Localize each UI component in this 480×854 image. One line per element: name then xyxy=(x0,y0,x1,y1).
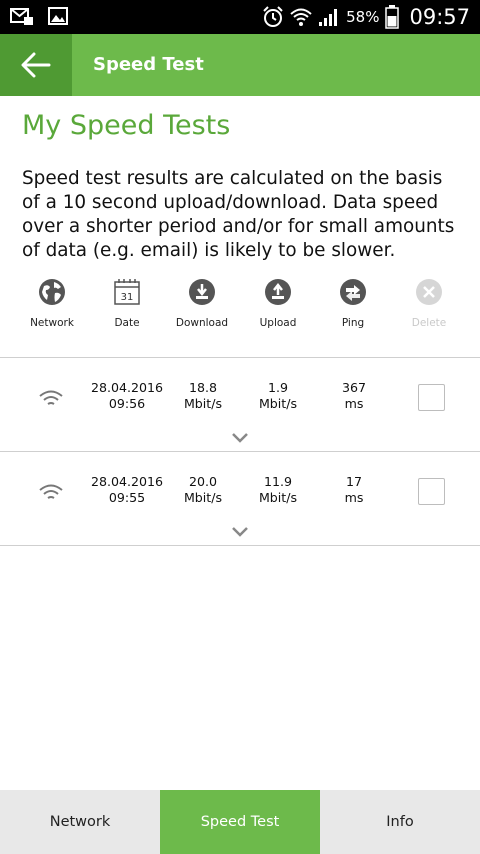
ping-label: Ping xyxy=(341,317,365,329)
upload-unit: Mbit/s xyxy=(258,490,298,505)
image-icon xyxy=(48,7,68,25)
back-button[interactable] xyxy=(0,34,72,96)
page-title: My Speed Tests xyxy=(22,110,231,141)
divider xyxy=(0,545,480,546)
result-upload: 1.9 Mbit/s xyxy=(246,380,310,412)
delete-label: Delete xyxy=(411,317,447,329)
clock: 09:57 xyxy=(409,5,470,29)
calendar-icon: 31 xyxy=(114,279,140,305)
ping-unit: ms xyxy=(344,396,364,411)
result-ping: 367 ms xyxy=(323,380,385,412)
sort-upload-button[interactable]: Upload xyxy=(240,278,316,329)
result-row[interactable]: 28.04.2016 09:55 20.0 Mbit/s 11.9 Mbit/s… xyxy=(0,452,480,545)
result-date: 28.04.2016 09:55 xyxy=(86,474,168,506)
upload-unit: Mbit/s xyxy=(258,396,298,411)
download-label: Download xyxy=(175,317,229,329)
result-download: 18.8 Mbit/s xyxy=(171,380,235,412)
download-icon xyxy=(189,279,215,305)
result-ping: 17 ms xyxy=(323,474,385,506)
calendar-day: 31 xyxy=(121,292,134,303)
upload-label: Upload xyxy=(259,317,297,329)
ping-icon xyxy=(340,279,366,305)
signal-icon xyxy=(319,9,338,26)
ping-value: 17 xyxy=(345,474,363,489)
sort-download-button[interactable]: Download xyxy=(164,278,240,329)
app-bar: Speed Test xyxy=(0,34,480,96)
ping-unit: ms xyxy=(344,490,364,505)
chevron-down-icon[interactable] xyxy=(231,432,249,444)
select-checkbox[interactable] xyxy=(418,384,445,411)
mail-icon xyxy=(10,8,33,25)
delete-button[interactable]: Delete xyxy=(391,278,467,329)
sort-date-button[interactable]: 31 Date xyxy=(89,278,165,329)
time-value: 09:56 xyxy=(108,396,146,411)
chevron-down-icon[interactable] xyxy=(231,526,249,538)
battery-icon xyxy=(385,5,400,29)
tab-network[interactable]: Network xyxy=(0,790,160,854)
time-value: 09:55 xyxy=(108,490,146,505)
sort-ping-button[interactable]: Ping xyxy=(315,278,391,329)
bottom-nav: Network Speed Test Info xyxy=(0,790,480,854)
wifi-icon xyxy=(290,8,312,26)
download-unit: Mbit/s xyxy=(183,396,223,411)
status-bar: 58% 09:57 xyxy=(0,0,480,34)
arrow-left-icon xyxy=(21,52,51,78)
download-value: 20.0 xyxy=(188,474,218,489)
result-download: 20.0 Mbit/s xyxy=(171,474,235,506)
app-title: Speed Test xyxy=(93,54,204,75)
results-toolbar: Network 31 Date Download Upload Ping Del… xyxy=(14,278,472,338)
select-checkbox[interactable] xyxy=(418,478,445,505)
tab-speed-test[interactable]: Speed Test xyxy=(160,790,320,854)
alarm-icon xyxy=(263,6,283,27)
upload-icon xyxy=(265,279,291,305)
intro-text: Speed test results are calculated on the… xyxy=(22,168,455,261)
ping-value: 367 xyxy=(341,380,367,395)
upload-value: 11.9 xyxy=(263,474,293,489)
tab-info[interactable]: Info xyxy=(320,790,480,854)
result-date: 28.04.2016 09:56 xyxy=(86,380,168,412)
wifi-icon xyxy=(39,390,63,405)
wifi-icon xyxy=(39,484,63,499)
download-unit: Mbit/s xyxy=(183,490,223,505)
globe-icon xyxy=(39,279,65,305)
battery-percent: 58% xyxy=(346,8,380,26)
date-value: 28.04.2016 xyxy=(90,380,164,395)
date-label: Date xyxy=(114,317,140,329)
result-row[interactable]: 28.04.2016 09:56 18.8 Mbit/s 1.9 Mbit/s … xyxy=(0,358,480,451)
upload-value: 1.9 xyxy=(267,380,289,395)
close-icon xyxy=(416,279,442,305)
date-value: 28.04.2016 xyxy=(90,474,164,489)
download-value: 18.8 xyxy=(188,380,218,395)
sort-network-button[interactable]: Network xyxy=(14,278,90,329)
network-label: Network xyxy=(30,317,74,329)
result-upload: 11.9 Mbit/s xyxy=(246,474,310,506)
